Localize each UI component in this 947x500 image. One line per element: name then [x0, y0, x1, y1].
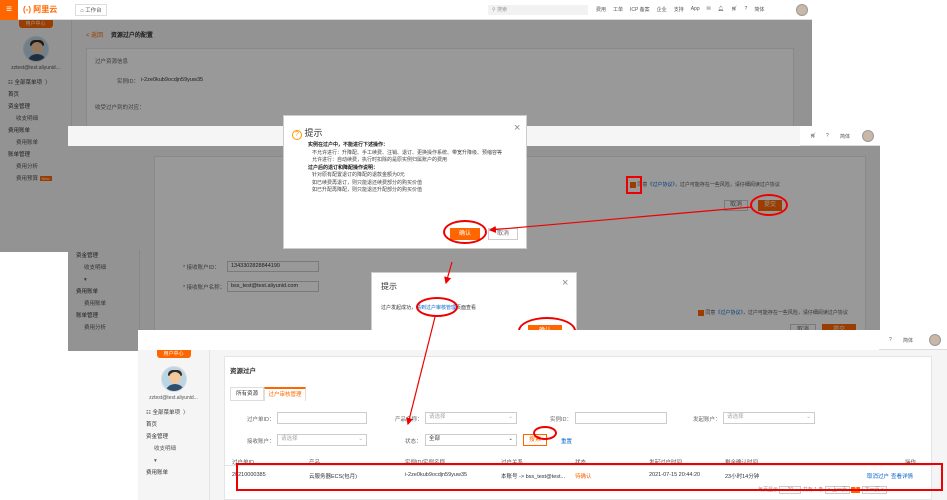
chevron-down-icon[interactable]: ▾: [138, 455, 209, 467]
user-email-3: zztest@test.aliyunid...: [149, 395, 198, 401]
chevron-down-icon: ⌄: [508, 414, 513, 420]
filter-label-order-id: 过户单ID：: [247, 417, 275, 423]
highlight-review-link: [416, 297, 458, 317]
chevron-down-icon: ⌄: [508, 436, 513, 442]
sidebar3-item-transactions[interactable]: 收支明细: [138, 443, 209, 455]
chevron-down-icon: ⌄: [806, 414, 811, 420]
aliyun-logo[interactable]: (-) 阿里云: [23, 4, 57, 15]
warning-line-1: 不允许进行：升降配、手工续费、注销、退订、更换操作系统、带宽升降级、预缩容等: [312, 149, 503, 156]
top-links: 费用 工单 ICP 备案 企业 支持 App ✉ 🔔︎ 🛒︎ ? 简体: [596, 6, 764, 13]
user-avatar-small-3[interactable]: [929, 334, 941, 346]
close-icon[interactable]: ×: [562, 278, 568, 289]
workbench-link[interactable]: ⌂ 工作台: [75, 3, 107, 16]
help-icon-3[interactable]: ?: [889, 337, 892, 343]
highlight-confirm-dialog1: [443, 220, 487, 244]
warning-dialog-title: ? 提示: [292, 126, 323, 140]
language-switch-3[interactable]: 简体: [903, 337, 913, 344]
filter-sender-select[interactable]: 请选择 ⌄: [723, 412, 815, 424]
filter-receiver-select[interactable]: 请选择 ⌄: [277, 434, 367, 446]
screen-transfer-review: ? 简体 用户中心 zztest@test.aliyunid... ☷ 全部菜单…: [138, 330, 947, 500]
bell-icon[interactable]: 🔔︎: [718, 6, 724, 13]
close-icon[interactable]: ×: [514, 123, 520, 134]
filter-label-product: 产品名称：: [395, 417, 423, 423]
top-link-ticket[interactable]: 工单: [613, 6, 623, 13]
search-box[interactable]: ⚲ 搜索: [488, 5, 588, 15]
warning-line-3: 针对原有配置退订的降配的退款金额为0元: [312, 172, 405, 178]
help-icon-2[interactable]: ?: [826, 133, 829, 139]
help-icon[interactable]: ?: [745, 6, 748, 13]
top-link-fee[interactable]: 费用: [596, 6, 606, 13]
cart-icon[interactable]: 🛒︎: [731, 6, 737, 13]
language-switch[interactable]: 简体: [754, 6, 764, 13]
reset-button[interactable]: 重置: [561, 437, 572, 445]
warning-dialog: ? 提示 × 实例在过户中，不能进行下述操作： 不允许进行：升降配、手工续费、注…: [283, 115, 527, 249]
filter-label-status: 状态：: [405, 439, 422, 445]
filter-label-receiver: 接收账户：: [247, 439, 275, 445]
sidebar3-item-bills[interactable]: 费用账单: [138, 467, 209, 479]
tab-all-resources[interactable]: 所有资源: [230, 387, 264, 401]
question-icon: ?: [292, 130, 302, 140]
top-link-support[interactable]: 支持: [674, 6, 684, 13]
filter-product-select[interactable]: 请选择 ⌄: [425, 412, 517, 424]
all-menu-toggle-3[interactable]: ☷ 全部菜单项 〉: [138, 407, 209, 419]
hamburger-menu-icon[interactable]: ≡: [0, 0, 18, 20]
avatar-3: [160, 366, 187, 392]
top-link-enterprise[interactable]: 企业: [657, 6, 667, 13]
highlight-agree-checkbox: [626, 176, 642, 194]
sidebar3-item-home[interactable]: 首页: [138, 419, 209, 431]
user-avatar-small-2[interactable]: [862, 130, 874, 142]
warning-line-5: 如已升配再降配，则只能退还升配部分的购买价值: [312, 187, 423, 193]
top-navigation-bar: ≡ (-) 阿里云 ⌂ 工作台 ⚲ 搜索 费用 工单 ICP 备案 企业 支持 …: [0, 0, 812, 20]
warning-dialog-body: 实例在过户中，不能进行下述操作： 不允许进行：升降配、手工续费、注销、退订、更换…: [308, 142, 523, 195]
filter-instance-input[interactable]: [575, 412, 667, 424]
top-right-tools-2: 🛒︎ ? 简体: [800, 126, 880, 146]
warning-line-4: 如已续费再退订，则只能退还续费部分的购买价值: [312, 179, 423, 186]
language-switch-2[interactable]: 简体: [840, 133, 850, 140]
mail-icon[interactable]: ✉: [707, 6, 711, 13]
highlight-status-label: [533, 426, 557, 440]
highlight-submit-top: [750, 194, 788, 216]
cancel-button-dialog1[interactable]: 取消: [488, 228, 518, 240]
warning-line-2: 允许进行：自动续费，执行时扣除的是原实例归属账户的费用: [312, 157, 448, 163]
top-link-icp[interactable]: ICP 备案: [630, 6, 650, 13]
sidebar3-item-funds[interactable]: 资金管理: [138, 431, 209, 443]
filter-label-instance: 实例ID：: [550, 417, 573, 423]
user-center-tag-3: 用户中心: [156, 350, 191, 358]
filter-label-sender: 发起账户：: [693, 417, 721, 423]
top-link-app[interactable]: App: [691, 6, 700, 13]
warning-heading-1: 实例在过户中，不能进行下述操作：: [308, 142, 389, 148]
top-right-tools-3: ? 简体: [879, 330, 947, 350]
tab-transfer-review[interactable]: 过户审核管理: [264, 387, 306, 401]
user-avatar-small[interactable]: [796, 4, 808, 16]
sidebar-3: 用户中心 zztest@test.aliyunid... ☷ 全部菜单项 〉 首…: [138, 350, 210, 500]
filter-order-id-input[interactable]: [277, 412, 367, 424]
page-title-transfer: 资源过户: [230, 368, 256, 375]
warning-heading-2: 过户后的退订和降配操作说明：: [308, 164, 379, 171]
filter-status-select[interactable]: 全部 ⌄: [425, 434, 517, 446]
cart-icon-2[interactable]: 🛒︎: [810, 133, 816, 139]
chevron-down-icon: ⌄: [358, 436, 363, 442]
success-dialog-title: 提示: [381, 282, 397, 291]
highlight-table-row: [236, 463, 943, 491]
